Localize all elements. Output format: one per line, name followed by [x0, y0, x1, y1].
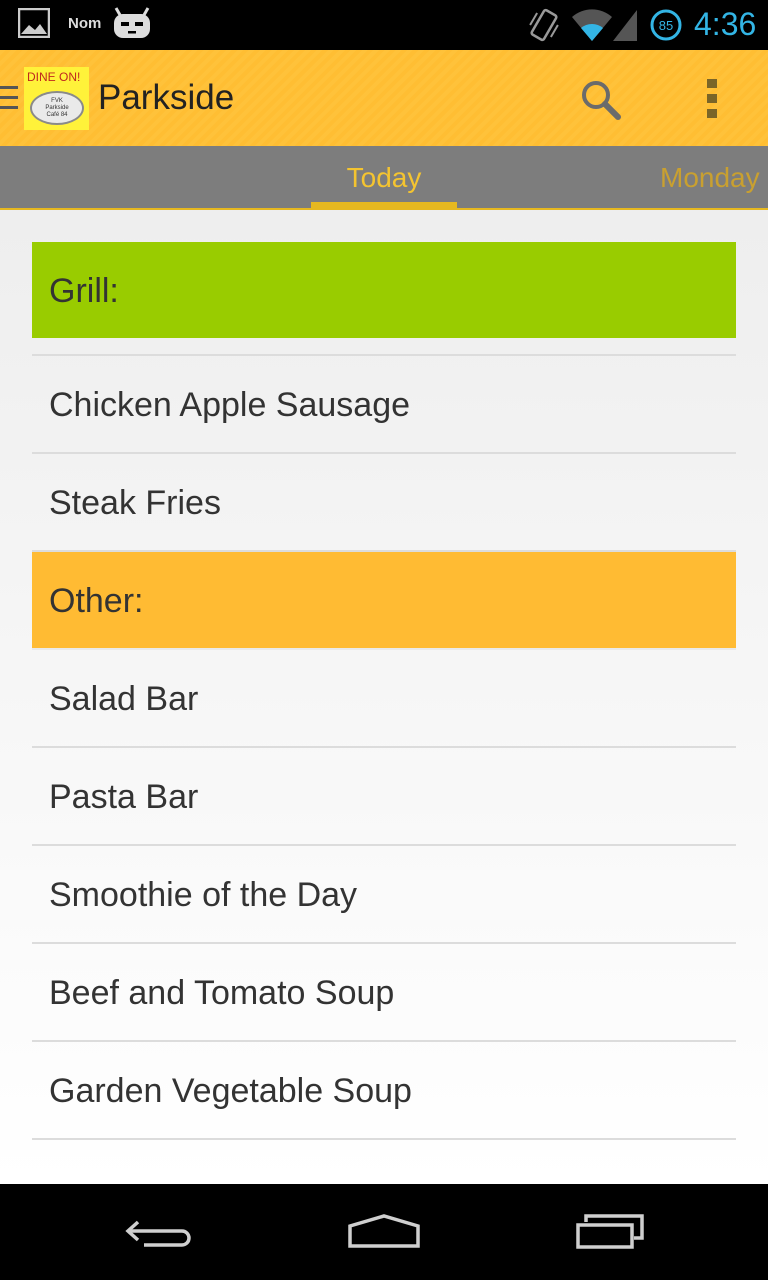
- page-title: Parkside: [98, 78, 235, 117]
- navigation-bar: [0, 1184, 768, 1280]
- home-icon[interactable]: [346, 1214, 422, 1248]
- notification-text: Nom: [68, 15, 102, 32]
- back-icon[interactable]: [124, 1216, 196, 1248]
- gallery-icon: [18, 8, 50, 38]
- logo-plate: FVK Parkside Café 84: [30, 91, 84, 125]
- vibrate-icon: [529, 8, 559, 42]
- list-item[interactable]: Beef and Tomato Soup: [32, 944, 736, 1042]
- section-header-grill: Grill:: [32, 242, 736, 338]
- list-item[interactable]: Salad Bar: [32, 650, 736, 748]
- tab-today[interactable]: Today: [311, 146, 457, 208]
- list-item[interactable]: Chicken Apple Sausage: [32, 356, 736, 454]
- battery-icon: 85: [650, 9, 682, 41]
- logo-title: DINE ON!: [27, 70, 81, 84]
- tab-monday[interactable]: Monday: [660, 146, 760, 208]
- list-item[interactable]: Pasta Bar: [32, 748, 736, 846]
- drawer-indicator-icon[interactable]: [0, 84, 20, 114]
- search-icon[interactable]: [576, 75, 624, 123]
- wifi-icon: [572, 9, 612, 41]
- tab-today-label: Today: [346, 162, 422, 193]
- list-item-label: Steak Fries: [49, 484, 221, 522]
- list-item[interactable]: Garden Vegetable Soup: [32, 1042, 736, 1140]
- menu-content: Grill: Chicken Apple Sausage Steak Fries…: [0, 210, 768, 1184]
- menu-list: Grill: Chicken Apple Sausage Steak Fries…: [32, 242, 736, 1140]
- cyanogenmod-icon: [114, 7, 150, 38]
- section-header-label: Other:: [49, 582, 144, 620]
- list-item-label: Smoothie of the Day: [49, 876, 358, 914]
- battery-percent: 85: [659, 18, 673, 33]
- logo-plate-text: FVK Parkside Café 84: [45, 98, 69, 118]
- recent-apps-icon[interactable]: [574, 1214, 646, 1250]
- list-item[interactable]: Smoothie of the Day: [32, 846, 736, 944]
- section-header-other: Other:: [32, 552, 736, 650]
- tab-indicator: [311, 202, 457, 208]
- list-item-label: Pasta Bar: [49, 778, 199, 816]
- clock: 4:36: [694, 6, 757, 42]
- signal-icon: [613, 10, 637, 41]
- divider: [32, 338, 736, 356]
- section-header-label: Grill:: [49, 272, 119, 310]
- list-item-label: Salad Bar: [49, 680, 199, 718]
- list-item-label: Garden Vegetable Soup: [49, 1072, 412, 1110]
- list-item-label: Beef and Tomato Soup: [49, 974, 395, 1012]
- action-bar: DINE ON! FVK Parkside Café 84 Parkside: [0, 50, 768, 146]
- overflow-menu-icon[interactable]: [694, 75, 730, 123]
- app-logo[interactable]: DINE ON! FVK Parkside Café 84: [24, 67, 89, 130]
- list-item-label: Chicken Apple Sausage: [49, 386, 411, 424]
- day-tabs: Today Monday: [0, 146, 768, 210]
- status-bar: Nom 85 4:36: [0, 0, 768, 50]
- list-item[interactable]: Steak Fries: [32, 454, 736, 552]
